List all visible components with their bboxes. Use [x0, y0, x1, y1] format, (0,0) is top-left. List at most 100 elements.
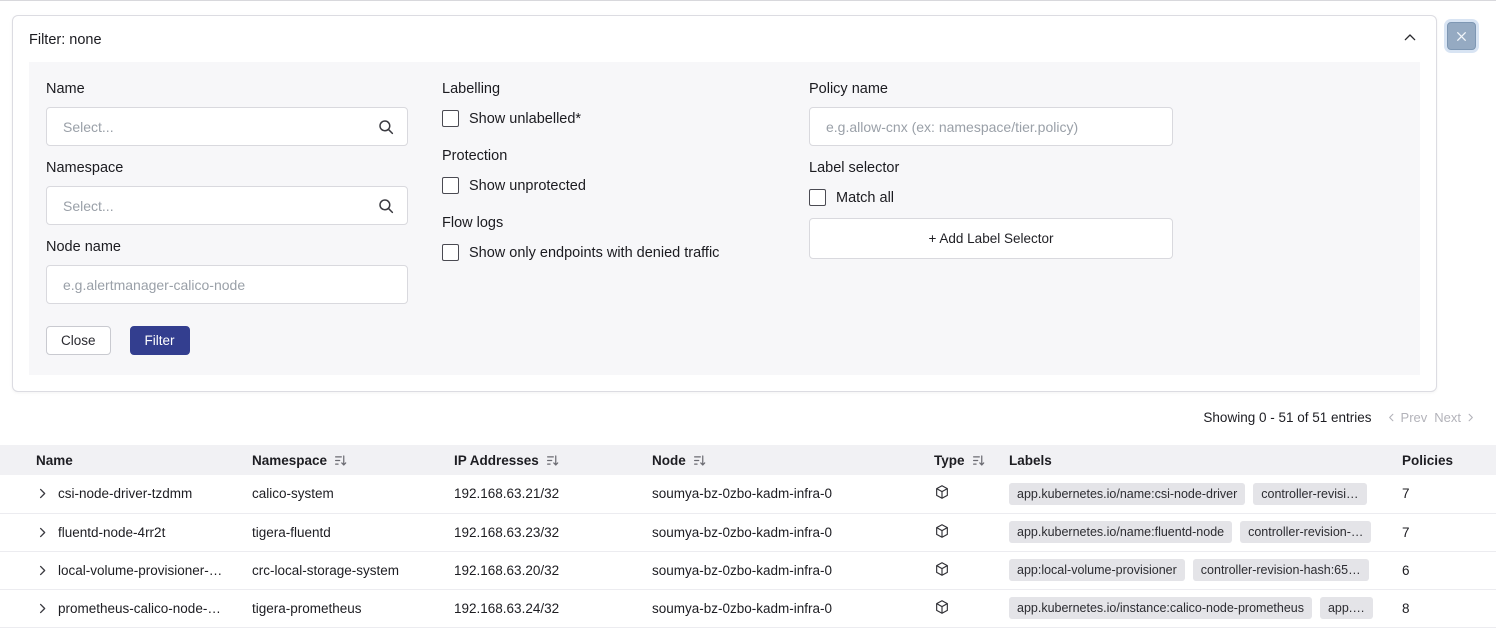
column-header-labels: Labels	[1003, 445, 1396, 475]
label-pill: app.…	[1320, 597, 1373, 619]
node-name-label: Node name	[46, 240, 408, 255]
add-label-selector-button[interactable]: + Add Label Selector	[809, 218, 1173, 259]
pod-icon	[934, 484, 950, 500]
endpoint-name: local-volume-provisioner-…	[58, 563, 222, 578]
ip-cell: 192.168.63.24/32	[448, 589, 646, 627]
chevron-left-icon	[1386, 412, 1397, 423]
close-button[interactable]: Close	[46, 326, 111, 355]
pod-icon	[934, 523, 950, 539]
ip-cell: 192.168.63.23/32	[448, 513, 646, 551]
prev-label: Prev	[1401, 410, 1428, 425]
next-label: Next	[1434, 410, 1461, 425]
chevron-right-icon	[36, 602, 49, 615]
filter-button[interactable]: Filter	[130, 326, 190, 355]
filter-actions: Close Filter	[46, 326, 408, 355]
show-unprotected-checkbox[interactable]	[442, 177, 459, 194]
next-button[interactable]: Next	[1434, 410, 1476, 425]
namespace-cell: tigera-fluentd	[246, 513, 448, 551]
node-name-input[interactable]	[46, 265, 408, 304]
chevron-up-icon	[1402, 30, 1418, 49]
endpoints-table: Name Namespace IP Addresses Node Type La…	[0, 445, 1496, 628]
filter-panel: Filter: none Name Namespace	[12, 15, 1437, 392]
search-icon	[377, 197, 395, 215]
close-icon	[1455, 30, 1468, 43]
column-header-type[interactable]: Type	[928, 445, 1003, 475]
table-row[interactable]: prometheus-calico-node-… tigera-promethe…	[0, 589, 1496, 627]
prev-button[interactable]: Prev	[1386, 410, 1428, 425]
chevron-right-icon	[1465, 412, 1476, 423]
policy-name-label: Policy name	[809, 82, 1173, 97]
table-row[interactable]: fluentd-node-4rr2t tigera-fluentd 192.16…	[0, 513, 1496, 551]
column-header-policies: Policies	[1396, 445, 1496, 475]
namespace-cell: crc-local-storage-system	[246, 551, 448, 589]
chevron-right-icon	[36, 526, 49, 539]
expand-row-button[interactable]	[36, 487, 49, 500]
label-pill: app:local-volume-provisioner	[1009, 559, 1185, 581]
label-pill: app.kubernetes.io/name:csi-node-driver	[1009, 483, 1245, 505]
name-select-input[interactable]	[46, 107, 408, 146]
label-selector-heading: Label selector	[809, 161, 1173, 176]
sort-icon[interactable]	[693, 454, 706, 467]
policies-count: 8	[1396, 589, 1496, 627]
match-all-label: Match all	[836, 190, 894, 206]
policies-count: 7	[1396, 513, 1496, 551]
label-pill: controller-revision-hash:65…	[1193, 559, 1369, 581]
expand-row-button[interactable]	[36, 526, 49, 539]
filter-panel-body: Name Namespace Node name	[29, 62, 1420, 375]
namespace-select	[46, 186, 408, 225]
chevron-right-icon	[36, 487, 49, 500]
expand-row-button[interactable]	[36, 602, 49, 615]
denied-traffic-option[interactable]: Show only endpoints with denied traffic	[442, 244, 775, 261]
sort-icon[interactable]	[972, 454, 985, 467]
namespace-label: Namespace	[46, 161, 408, 176]
sort-icon[interactable]	[334, 454, 347, 467]
name-label: Name	[46, 82, 408, 97]
column-header-ip-addresses[interactable]: IP Addresses	[448, 445, 646, 475]
table-row[interactable]: local-volume-provisioner-… crc-local-sto…	[0, 551, 1496, 589]
sort-icon[interactable]	[546, 454, 559, 467]
endpoint-name: csi-node-driver-tzdmm	[58, 486, 192, 501]
filter-area: Filter: none Name Namespace	[0, 1, 1496, 392]
filter-column-middle: Labelling Show unlabelled* Protection Sh…	[442, 82, 775, 355]
protection-heading: Protection	[442, 149, 775, 164]
collapse-filter-button[interactable]	[1400, 28, 1420, 51]
flow-logs-heading: Flow logs	[442, 216, 775, 231]
filter-panel-header: Filter: none	[13, 16, 1436, 62]
label-pill: app.kubernetes.io/name:fluentd-node	[1009, 521, 1232, 543]
expand-row-button[interactable]	[36, 564, 49, 577]
show-unprotected-option[interactable]: Show unprotected	[442, 177, 775, 194]
node-cell: soumya-bz-0zbo-kadm-infra-0	[646, 589, 928, 627]
denied-traffic-label: Show only endpoints with denied traffic	[469, 245, 719, 261]
entries-summary: Showing 0 - 51 of 51 entries	[1203, 410, 1371, 425]
policies-count: 6	[1396, 551, 1496, 589]
namespace-select-input[interactable]	[46, 186, 408, 225]
node-cell: soumya-bz-0zbo-kadm-infra-0	[646, 475, 928, 513]
labelling-heading: Labelling	[442, 82, 775, 97]
node-cell: soumya-bz-0zbo-kadm-infra-0	[646, 551, 928, 589]
label-pill: controller-revision-…	[1240, 521, 1371, 543]
match-all-checkbox[interactable]	[809, 189, 826, 206]
show-unlabelled-checkbox[interactable]	[442, 110, 459, 127]
match-all-option[interactable]: Match all	[809, 189, 1173, 206]
column-header-node[interactable]: Node	[646, 445, 928, 475]
ip-cell: 192.168.63.20/32	[448, 551, 646, 589]
pod-icon	[934, 599, 950, 615]
namespace-cell: calico-system	[246, 475, 448, 513]
filter-title: Filter: none	[29, 32, 102, 48]
table-header-row: Name Namespace IP Addresses Node Type La…	[0, 445, 1496, 475]
pod-icon	[934, 561, 950, 577]
denied-traffic-checkbox[interactable]	[442, 244, 459, 261]
endpoint-name: fluentd-node-4rr2t	[58, 525, 165, 540]
chevron-right-icon	[36, 564, 49, 577]
policy-name-input[interactable]	[809, 107, 1173, 146]
column-header-namespace[interactable]: Namespace	[246, 445, 448, 475]
pager: Prev Next	[1386, 410, 1476, 425]
label-pill: app.kubernetes.io/instance:calico-node-p…	[1009, 597, 1312, 619]
close-filter-panel-button[interactable]	[1447, 22, 1476, 50]
show-unlabelled-option[interactable]: Show unlabelled*	[442, 110, 775, 127]
policies-count: 7	[1396, 475, 1496, 513]
filter-column-right: Policy name Label selector Match all + A…	[809, 82, 1173, 355]
table-row[interactable]: csi-node-driver-tzdmm calico-system 192.…	[0, 475, 1496, 513]
ip-cell: 192.168.63.21/32	[448, 475, 646, 513]
pagination-bar: Showing 0 - 51 of 51 entries Prev Next	[0, 392, 1496, 445]
